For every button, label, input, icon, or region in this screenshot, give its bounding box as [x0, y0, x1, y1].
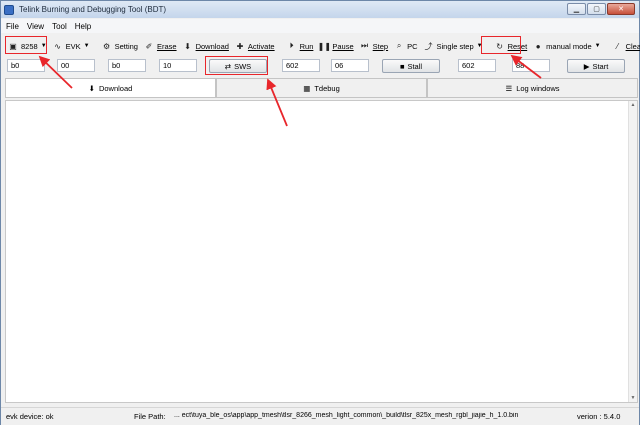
menu-view[interactable]: View	[27, 22, 44, 31]
file-path-value: ... ect\tuya_ble_os\app\app_tmesh\tlsr_8…	[174, 412, 519, 419]
version-label: verion : 5.4.0	[577, 412, 621, 421]
board-label: EVK	[65, 41, 81, 51]
address-field-3[interactable]	[282, 59, 320, 72]
stall-button[interactable]: ■ Stall	[382, 59, 440, 73]
board-select[interactable]: ∿ EVK ▼	[50, 37, 93, 55]
tab-download[interactable]: ⬇ Download	[5, 78, 216, 97]
pc-button[interactable]: ⌕ PC	[391, 37, 420, 55]
value-field-1[interactable]	[57, 59, 95, 72]
annotation-box-chip	[5, 36, 47, 54]
minimize-icon: ▁	[573, 6, 580, 13]
single-step-select[interactable]: ⤴ Single step ▼	[421, 37, 486, 55]
scroll-down-icon[interactable]: ▼	[629, 394, 637, 402]
tab-tdebug[interactable]: ▦ Tdebug	[216, 78, 427, 97]
download-icon: ⬇	[184, 41, 191, 51]
menu-tool[interactable]: Tool	[52, 22, 67, 31]
download-icon: ⬇	[88, 83, 95, 93]
clear-label: Clear	[625, 41, 640, 51]
download-button[interactable]: ⬇ Download	[180, 37, 232, 55]
menu-help[interactable]: Help	[75, 22, 91, 31]
address-field-4[interactable]	[458, 59, 496, 72]
title-bar: Telink Burning and Debugging Tool (BDT) …	[1, 1, 639, 18]
output-area[interactable]: ▲ ▼	[5, 100, 638, 403]
minimize-button[interactable]: ▁	[567, 3, 586, 15]
play-icon: ▶	[583, 61, 590, 71]
activate-button[interactable]: ✚ Activate	[232, 37, 278, 55]
single-step-label: Single step	[436, 41, 474, 51]
annotation-box-reset	[481, 36, 521, 54]
mode-select[interactable]: ● manual mode ▼	[530, 37, 603, 55]
app-icon	[4, 4, 14, 15]
scroll-up-icon[interactable]: ▲	[629, 101, 637, 109]
menu-file[interactable]: File	[6, 22, 19, 31]
debug-fields-row: ⇄ SWS ■ Stall ▶ Start	[1, 58, 639, 76]
stop-icon: ■	[399, 61, 405, 71]
search-icon: ⌕	[396, 41, 402, 50]
status-bar: evk device: ok File Path: ... ect\tuya_b…	[1, 407, 639, 425]
erase-button[interactable]: ✐ Erase	[141, 37, 180, 55]
setting-button[interactable]: ⚙ Setting	[99, 37, 141, 55]
menu-bar: File View Tool Help	[1, 19, 639, 33]
list-icon: ☰	[505, 83, 513, 93]
gear-icon: ⚙	[103, 41, 111, 51]
plus-icon: ✚	[236, 41, 244, 51]
close-icon: ✕	[618, 6, 624, 13]
pause-button[interactable]: ❚❚ Pause	[316, 37, 356, 55]
globe-icon: ●	[535, 41, 541, 51]
erase-label: Erase	[156, 41, 177, 51]
run-icon: ⏵	[289, 41, 294, 50]
vertical-scrollbar[interactable]: ▲ ▼	[628, 101, 637, 402]
brush-icon: ⁄	[616, 41, 619, 51]
tab-log-windows[interactable]: ☰ Log windows	[427, 78, 638, 97]
app-window: Telink Burning and Debugging Tool (BDT) …	[0, 0, 640, 425]
tab-label: Tdebug	[314, 83, 340, 93]
step-label: Step	[372, 41, 389, 51]
grid-icon: ▦	[303, 83, 311, 93]
steps-icon: ⤴	[424, 41, 433, 51]
wave-icon: ∿	[54, 41, 61, 51]
close-button[interactable]: ✕	[607, 3, 635, 15]
tab-bar: ⬇ Download ▦ Tdebug ☰ Log windows	[5, 78, 638, 98]
setting-label: Setting	[114, 41, 138, 51]
stall-label: Stall	[407, 61, 423, 71]
tab-label: Download	[98, 83, 133, 93]
start-button[interactable]: ▶ Start	[567, 59, 625, 73]
pause-icon: ❚❚	[317, 41, 332, 51]
step-button[interactable]: ⏭ Step	[357, 37, 391, 55]
maximize-button[interactable]: ▢	[587, 3, 606, 15]
value-field-4[interactable]	[512, 59, 550, 72]
download-label: Download	[195, 41, 229, 51]
clear-button[interactable]: ⁄ Clear	[610, 37, 640, 55]
file-path-label: File Path:	[134, 412, 166, 421]
chevron-down-icon: ▼	[594, 43, 601, 49]
address-field-2[interactable]	[108, 59, 146, 72]
step-icon: ⏭	[361, 41, 369, 50]
maximize-icon: ▢	[593, 6, 600, 13]
eraser-icon: ✐	[145, 41, 153, 51]
value-field-2[interactable]	[159, 59, 197, 72]
activate-label: Activate	[247, 41, 275, 51]
pause-label: Pause	[332, 41, 354, 51]
device-status: evk device: ok	[6, 412, 54, 421]
address-field-1[interactable]	[7, 59, 45, 72]
annotation-box-sws	[205, 56, 268, 75]
mode-label: manual mode	[546, 41, 592, 51]
window-controls: ▁ ▢ ✕	[567, 3, 635, 15]
start-label: Start	[592, 61, 609, 71]
pc-label: PC	[407, 41, 418, 51]
window-title: Telink Burning and Debugging Tool (BDT)	[19, 5, 167, 14]
tab-label: Log windows	[516, 83, 560, 93]
value-field-3[interactable]	[331, 59, 369, 72]
toolbar: ▣ 8258 ▼ ∿ EVK ▼ ⚙ Setting ✐ Erase ⬇ Dow…	[1, 35, 640, 57]
chevron-down-icon: ▼	[83, 43, 90, 49]
run-button[interactable]: ⏵ Run	[284, 37, 317, 55]
run-label: Run	[299, 41, 314, 51]
